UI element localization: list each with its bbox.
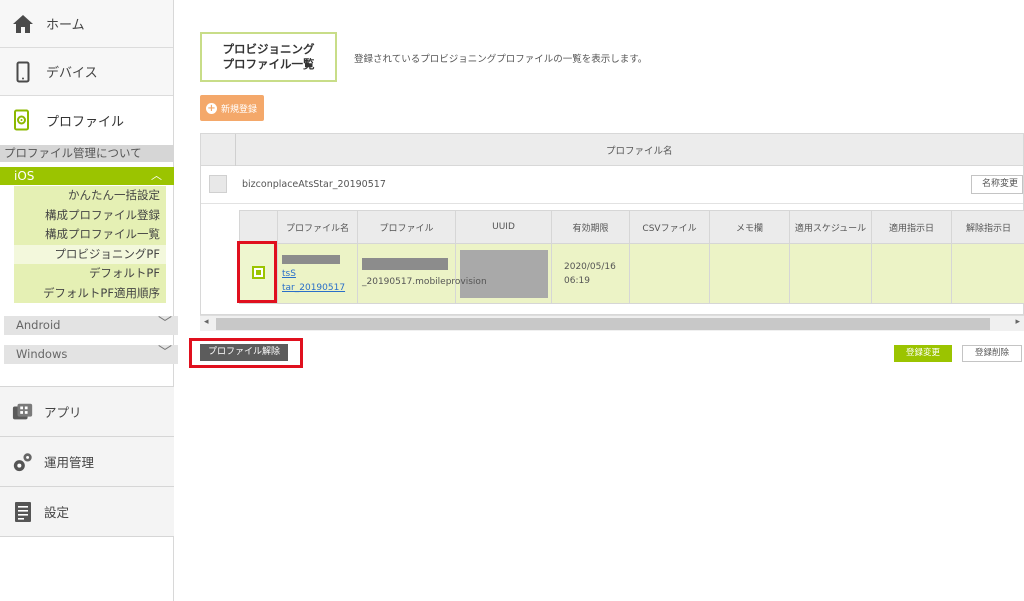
row-expand-checkbox[interactable] [209,175,227,193]
chevron-up-icon: ︿ [151,169,162,182]
sidebar: ホーム デバイス プロファイル プロファイル管理について iOS ︿ かんたん一… [0,0,178,601]
schedule-cell [789,243,872,304]
sidebar-item-about[interactable]: プロファイル管理について [0,145,174,162]
nav-app[interactable]: アプリ [0,386,174,436]
csv-cell [629,243,710,304]
column-header-memo: メモ欄 [709,210,790,244]
name-cell: tsS tar_20190517 [277,243,358,304]
scrollbar-thumb[interactable] [216,318,990,330]
profile-table: プロファイル名 bizconplaceAtsStar_20190517 名称変更… [200,133,1024,315]
column-header-profile-name: プロファイル名 [606,146,673,157]
page-title-line2: プロファイル一覧 [222,57,315,71]
page-description: 登録されているプロビジョニングプロファイルの一覧を表示します。 [354,54,648,65]
nav-app-label: アプリ [44,405,82,420]
nav-device-label: デバイス [46,66,98,81]
redacted-text [282,254,340,264]
page-title-line1: プロビジョニング [222,42,315,56]
ios-submenu: かんたん一括設定 構成プロファイル登録 構成プロファイル一覧 プロビジョニングP… [14,186,166,303]
sidebar-group-windows[interactable]: Windows ﹀ [4,345,178,364]
scroll-left-icon[interactable]: ◂ [204,317,209,327]
page-title: プロビジョニング プロファイル一覧 [200,32,337,82]
redacted-uuid [460,249,548,298]
nav-home[interactable]: ホーム [0,0,173,48]
uuid-cell [455,243,552,304]
redacted-text [362,258,448,270]
column-header-schedule: 適用スケジュール [789,210,872,244]
windows-label: Windows [16,347,68,361]
column-header-name: プロファイル名 [277,210,358,244]
document-icon [12,501,34,523]
divider [0,536,174,537]
column-separator [235,134,236,166]
plus-icon: + [206,102,217,114]
profile-name-link-part2[interactable]: tar_20190517 [282,283,345,293]
expiry-cell: 2020/05/16 06:19 [551,243,630,304]
memo-cell [709,243,790,304]
sidebar-group-android[interactable]: Android ﹀ [4,316,178,335]
chevron-down-icon: ﹀ [158,316,172,332]
row-profile-name: bizconplaceAtsStar_20190517 [242,179,386,190]
column-header-csv: CSVファイル [629,210,710,244]
register-delete-button[interactable]: 登録削除 [962,345,1022,362]
nav-settings[interactable]: 設定 [0,486,174,536]
table-row: tsS tar_20190517 _20190517.mobileprovisi… [239,243,1024,304]
nav-operation-label: 運用管理 [44,455,95,470]
profile-release-button[interactable]: プロファイル解除 [200,344,288,361]
sidebar-item-config-list[interactable]: 構成プロファイル一覧 [14,225,166,245]
profile-file-cell: _20190517.mobileprovision [357,243,487,304]
sidebar-group-ios[interactable]: iOS ︿ [0,167,174,185]
register-change-button[interactable]: 登録変更 [894,345,952,362]
ios-label: iOS [14,169,35,183]
nav-home-label: ホーム [46,18,85,33]
scroll-right-icon[interactable]: ▸ [1015,317,1020,327]
home-icon [12,13,34,35]
sidebar-item-default-pf-order[interactable]: デフォルトPF適用順序 [14,284,166,304]
profile-gear-icon [12,109,34,131]
horizontal-scrollbar[interactable]: ◂ ▸ [200,315,1024,331]
expiry-time: 06:19 [564,275,590,286]
rename-button[interactable]: 名称変更 [971,175,1023,194]
smartphone-icon [12,61,34,83]
table-row: bizconplaceAtsStar_20190517 名称変更 [201,166,1023,204]
android-label: Android [16,318,61,332]
profile-name-link-part1[interactable]: tsS [282,269,296,279]
highlight-checkbox [237,241,277,303]
release-date-cell [951,243,1024,304]
new-register-label: 新規登録 [221,104,258,115]
app-icon [12,401,34,423]
chevron-down-icon: ﹀ [158,345,172,361]
apply-date-cell [871,243,952,304]
nav-settings-label: 設定 [44,505,70,520]
sidebar-item-bulk-setup[interactable]: かんたん一括設定 [14,186,166,206]
expiry-date: 2020/05/16 [564,261,616,272]
column-header-select [239,210,278,244]
sidebar-item-config-register[interactable]: 構成プロファイル登録 [14,206,166,226]
profile-file-name: _20190517.mobileprovision [362,277,487,287]
nav-profile[interactable]: プロファイル [0,96,173,144]
gears-icon [12,451,34,473]
column-header-apply-date: 適用指示日 [871,210,952,244]
sidebar-item-default-pf[interactable]: デフォルトPF [14,264,166,284]
detail-table: プロファイル名 プロファイル UUID 有効期限 CSVファイル メモ欄 適用ス… [239,210,1024,304]
nav-profile-label: プロファイル [46,114,125,130]
column-header-profile: プロファイル [357,210,456,244]
nav-device[interactable]: デバイス [0,48,173,96]
sidebar-item-provisioning-pf[interactable]: プロビジョニングPF [14,244,166,264]
nav-operation[interactable]: 運用管理 [0,436,174,486]
column-header-release-date: 解除指示日 [951,210,1024,244]
column-header-expiry: 有効期限 [551,210,630,244]
column-header-uuid: UUID [455,210,552,244]
table-header: プロファイル名 [201,134,1023,166]
new-register-button[interactable]: + 新規登録 [200,95,264,121]
